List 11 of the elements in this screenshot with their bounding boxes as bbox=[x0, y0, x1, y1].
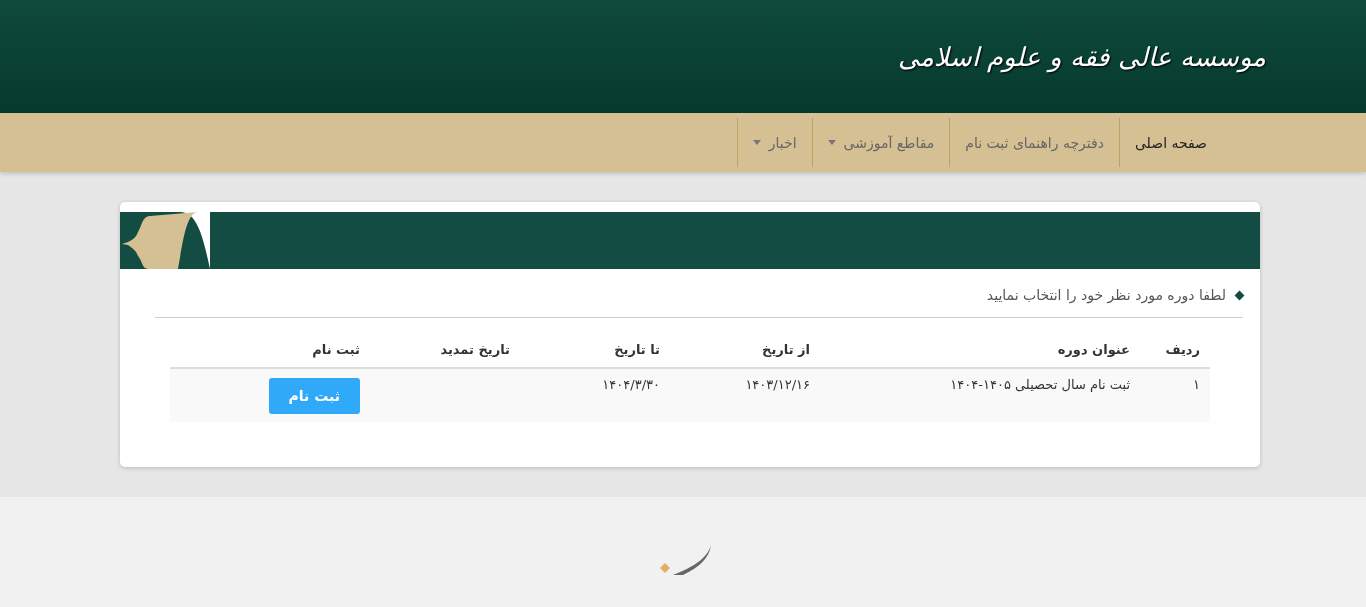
register-button[interactable]: ثبت نام bbox=[268, 378, 360, 414]
table-cell: ۱۴۰۳/۱۲/۱۶ bbox=[670, 368, 820, 422]
nav-link[interactable]: دفترچه راهنمای ثبت نام bbox=[949, 118, 1119, 167]
institute-logo: موسسه عالی فقه و علوم اسلامی bbox=[897, 41, 1266, 72]
nav-link[interactable]: صفحه اصلی bbox=[1118, 118, 1222, 167]
nav-link[interactable]: مقاطع آموزشی bbox=[811, 118, 950, 167]
table-cell: ۱ bbox=[1140, 368, 1210, 422]
instruction-text: لطفا دوره مورد نظر خود را انتخاب نمایید bbox=[986, 287, 1226, 303]
table-cell: ۱۴۰۴/۳/۳۰ bbox=[520, 368, 670, 422]
table-cell: ثبت نام سال تحصیلی ۱۴۰۵-۱۴۰۴ bbox=[820, 368, 1140, 422]
nav-link[interactable]: اخبار bbox=[736, 118, 812, 167]
